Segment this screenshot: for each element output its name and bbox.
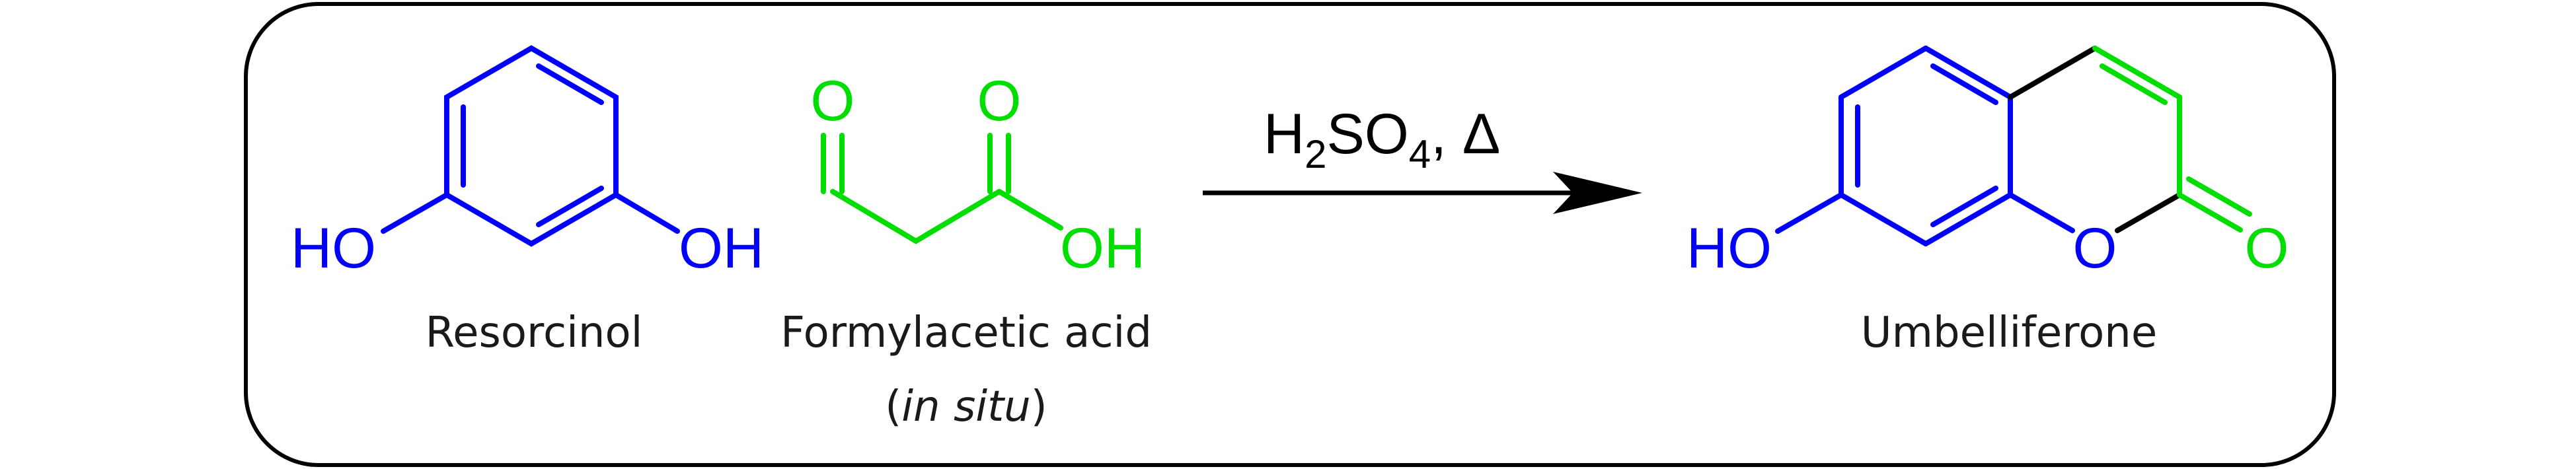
umb-bond-c4-c3 [2092,46,2182,100]
in-situ-note: (in situ) [885,382,1047,431]
umbelliferone-ring-oxygen: O [2073,217,2117,280]
reagent-sub-4: 4 [1409,132,1431,176]
acid-carbonyl-oxygen: O [977,69,1022,133]
umb-bond-c8-c7 [1838,192,1928,246]
umb-c7-oh-bond [1775,192,1844,234]
reaction-scheme: HO OH Resorcinol O O OH Formylacetic aci… [244,2,2336,467]
umbelliferone-carbonyl-oxygen: O [2245,217,2289,280]
in-situ-italic: in situ [901,382,1030,431]
acid-c-oh-bond [997,189,1063,231]
umbelliferone-structure: HO O O [1686,46,2289,280]
resorcinol-oh-left: HO [291,217,376,280]
resorcinol-ring [444,45,619,247]
umb-bond-c6-c5 [1838,46,1928,100]
resorcinol-structure: HO OH [291,45,764,280]
umb-carbonyl-bond-a [2177,192,2243,233]
reagent-so: SO [1326,102,1408,166]
resorcinol-caption: Resorcinol [426,308,643,357]
formylacetic-acid-structure: O O OH [811,69,1145,280]
formyl-oxygen: O [811,69,855,133]
reagent-sub-2: 2 [1305,132,1326,176]
formylacetic-chain [830,189,1002,244]
umbelliferone-oh: HO [1686,217,1772,280]
reaction-arrow [1203,172,1642,214]
in-situ-close-paren: ) [1031,382,1047,431]
umbelliferone-caption: Umbelliferone [1861,308,2157,357]
umb-new-bond-c4a-c4 [2008,46,2098,100]
in-situ-open-paren: ( [885,382,901,431]
resorcinol-oh-right: OH [679,217,764,280]
umb-carbonyl-bond-b [2186,176,2252,217]
umb-c8a-o1-bond [2008,192,2075,233]
scheme-frame [244,2,2336,467]
resorcinol-c-o-left-bond [381,192,449,234]
resorcinol-c-o-right-bond [613,192,680,234]
umb-new-bond-o1-c2 [2115,192,2182,233]
acid-hydroxyl: OH [1060,217,1145,280]
reagent-heat: , Δ [1431,102,1500,166]
formylacetic-acid-caption: Formylacetic acid [780,308,1152,357]
umb-bond-c5-c4a [1923,46,2013,100]
reagent-h: H [1264,102,1305,166]
reagent-label: H2SO4, Δ [1264,102,1500,176]
